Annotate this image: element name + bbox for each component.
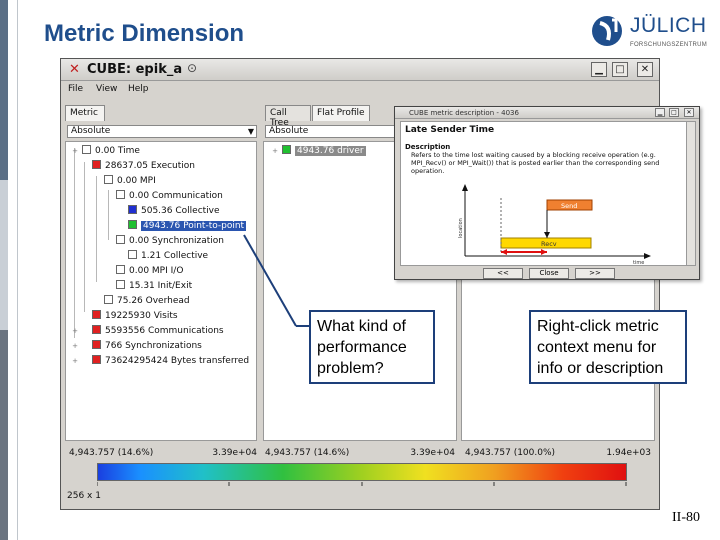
dialog-close-button[interactable]: ✕	[684, 108, 694, 117]
call-status: 4,943.757 (14.6%) 3.39e+04	[265, 448, 455, 458]
color-swatch	[92, 160, 101, 169]
color-swatch	[82, 145, 91, 154]
color-scale-bar	[97, 463, 627, 481]
diagram-x-label: time	[633, 260, 644, 266]
selected-metric-label: 4943.76 Point-to-point	[141, 221, 247, 231]
expander-icon[interactable]: +	[68, 339, 82, 353]
tree-row-mpi-io[interactable]: 0.00 MPI I/O	[116, 264, 183, 278]
dialog-minimize-button[interactable]: ▁	[655, 108, 665, 117]
description-label: Description	[405, 143, 451, 151]
color-swatch	[92, 325, 101, 334]
color-swatch	[128, 250, 137, 259]
callout-problem: What kind of performance problem?	[309, 310, 435, 384]
metric-description-dialog: CUBE metric description - 4036 ▁ □ ✕ Lat…	[394, 106, 700, 280]
logo-subtitle: FORSCHUNGSZENTRUM	[630, 42, 708, 48]
late-sender-diagram: Send Recv location time	[458, 184, 651, 266]
slide-side-bar	[0, 180, 8, 330]
previous-button[interactable]: <<	[483, 268, 523, 279]
tab-flat-profile[interactable]: Flat Profile	[312, 105, 370, 121]
dialog-maximize-button[interactable]: □	[669, 108, 679, 117]
color-swatch	[128, 205, 137, 214]
recv-label: Recv	[541, 240, 557, 248]
color-range-label: 256 x 1	[67, 491, 101, 501]
diagram-y-label: location	[458, 218, 464, 238]
callout-context-menu: Right-click metric context menu for info…	[529, 310, 687, 384]
tab-metric[interactable]: Metric	[65, 105, 105, 121]
dialog-content: Late Sender Time Description Refers to t…	[400, 121, 690, 266]
menu-help[interactable]: Help	[128, 84, 149, 94]
color-swatch	[128, 220, 137, 229]
color-swatch	[104, 295, 113, 304]
expander-icon[interactable]: +	[68, 324, 82, 338]
color-scale-ticks	[97, 482, 627, 486]
dialog-titlebar[interactable]: CUBE metric description - 4036	[395, 107, 699, 119]
metric-mode-value: Absolute	[71, 126, 111, 136]
color-swatch	[116, 280, 125, 289]
julich-logo-icon	[592, 16, 622, 46]
expander-icon[interactable]: +	[68, 144, 82, 158]
close-button[interactable]: ✕	[637, 62, 653, 77]
pin-icon[interactable]: ⊙	[187, 61, 197, 75]
slide-side-bar	[0, 330, 8, 540]
tree-row-visits[interactable]: 19225930 Visits	[92, 309, 178, 323]
send-label: Send	[561, 202, 577, 210]
expander-icon[interactable]: +	[68, 354, 82, 368]
julich-logo: JÜLICH FORSCHUNGSZENTRUM	[590, 12, 714, 56]
tree-row-synchronization[interactable]: 0.00 Synchronization	[116, 234, 224, 248]
slide-side-line	[17, 0, 18, 540]
color-swatch	[282, 145, 291, 154]
tree-row-driver[interactable]: +4943.76 driver	[268, 144, 366, 158]
tree-row-communications[interactable]: +5593556 Communications	[68, 324, 224, 338]
window-titlebar[interactable]: ✕ CUBE: epik_a ⊙ ▁ □ ✕	[61, 59, 659, 81]
metric-status: 4,943.757 (14.6%) 3.39e+04	[69, 448, 257, 458]
slide-title: Metric Dimension	[44, 20, 245, 47]
tree-row-overhead[interactable]: 75.26 Overhead	[104, 294, 190, 308]
tree-row-mpi[interactable]: 0.00 MPI	[104, 174, 156, 188]
selected-call-label: 4943.76 driver	[295, 146, 366, 156]
color-swatch	[116, 190, 125, 199]
color-swatch	[104, 175, 113, 184]
description-text: Refers to the time lost waiting caused b…	[411, 151, 660, 175]
color-swatch	[116, 235, 125, 244]
dialog-scrollbar[interactable]	[686, 121, 696, 266]
tree-row-time[interactable]: +0.00 Time	[68, 144, 140, 158]
menu-view[interactable]: View	[96, 84, 117, 94]
tree-row-collective[interactable]: 505.36 Collective	[128, 204, 220, 218]
metric-name-heading: Late Sender Time	[405, 125, 495, 135]
cube-app-icon: ✕	[69, 62, 80, 77]
page-number: II-80	[672, 510, 700, 525]
tree-row-synchronizations[interactable]: +766 Synchronizations	[68, 339, 202, 353]
tree-row-sync-collective[interactable]: 1.21 Collective	[128, 249, 208, 263]
color-swatch	[92, 355, 101, 364]
slide-side-bar	[0, 0, 8, 180]
window-title: CUBE: epik_a	[87, 62, 183, 77]
close-dialog-button[interactable]: Close	[529, 268, 569, 279]
tree-row-point-to-point[interactable]: 4943.76 Point-to-point	[128, 219, 247, 233]
maximize-button[interactable]: □	[612, 62, 628, 77]
tree-row-communication[interactable]: 0.00 Communication	[116, 189, 223, 203]
call-mode-select[interactable]: Absolute	[265, 125, 395, 138]
metric-mode-select[interactable]: Absolute ▼	[67, 125, 257, 138]
logo-name: JÜLICH	[630, 14, 707, 37]
tree-row-init-exit[interactable]: 15.31 Init/Exit	[116, 279, 192, 293]
next-button[interactable]: >>	[575, 268, 615, 279]
tree-row-bytes-transferred[interactable]: +73624295424 Bytes transferred	[68, 354, 249, 368]
expander-icon[interactable]: +	[268, 144, 282, 158]
menu-bar: File View Help	[61, 82, 659, 98]
color-swatch	[116, 265, 125, 274]
tree-row-execution[interactable]: 28637.05 Execution	[92, 159, 195, 173]
menu-file[interactable]: File	[68, 84, 83, 94]
color-swatch	[92, 310, 101, 319]
call-mode-value: Absolute	[269, 126, 309, 136]
tab-call-tree[interactable]: Call Tree	[265, 105, 311, 128]
minimize-button[interactable]: ▁	[591, 62, 607, 77]
color-swatch	[92, 340, 101, 349]
chevron-down-icon: ▼	[247, 127, 254, 136]
system-status: 4,943.757 (100.0%) 1.94e+03	[465, 448, 651, 458]
metric-tree: +0.00 Time 28637.05 Execution 0.00 MPI 0…	[65, 141, 257, 441]
